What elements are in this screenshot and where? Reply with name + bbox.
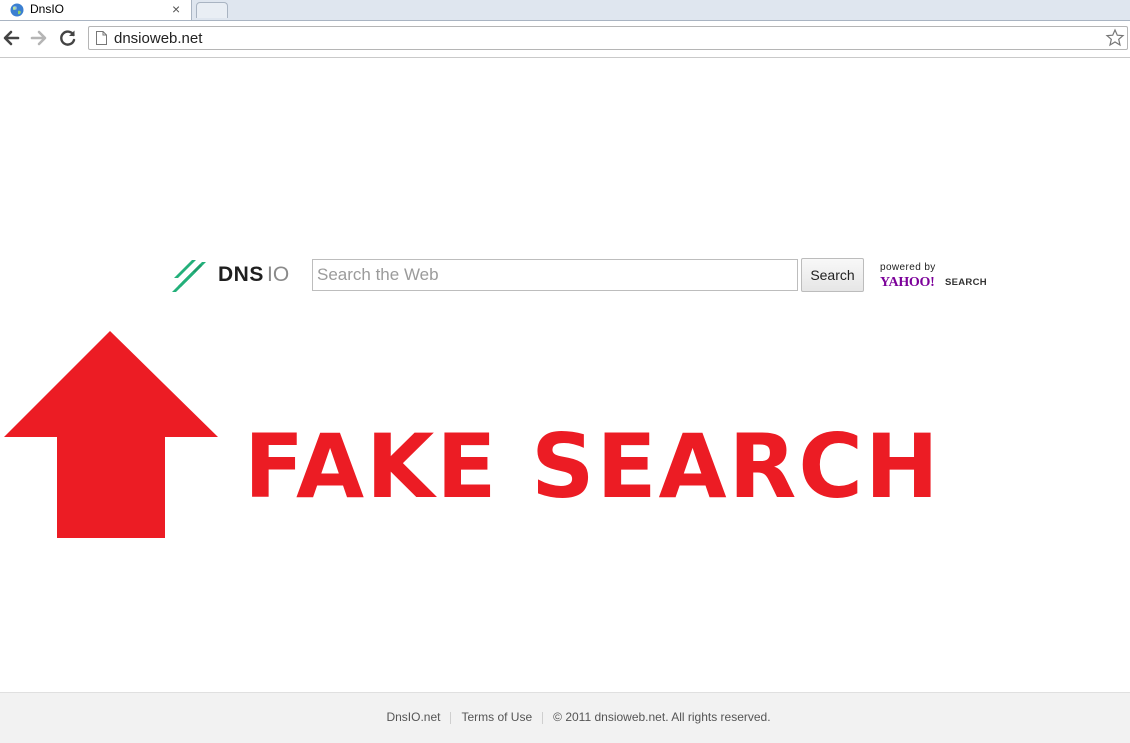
tab-close-icon[interactable]: × (172, 1, 180, 17)
address-bar[interactable]: dnsioweb.net (88, 26, 1128, 50)
bookmark-star-icon[interactable] (1105, 28, 1125, 48)
reload-icon[interactable] (57, 27, 79, 49)
logo-text-dns: DNS (218, 263, 264, 286)
dnsio-logo[interactable]: DNS IO (172, 256, 292, 296)
search-button[interactable]: Search (801, 258, 864, 292)
tab-dnsio[interactable]: DnsIO × (0, 0, 192, 20)
footer-link-terms[interactable]: Terms of Use (461, 710, 532, 724)
footer-copyright: © 2011 dnsioweb.net. All rights reserved… (553, 710, 771, 724)
yahoo-search-label: SEARCH (945, 277, 987, 288)
search-input[interactable] (312, 259, 798, 291)
browser-toolbar: dnsioweb.net (0, 21, 1130, 58)
fake-search-annotation: FAKE SEARCH (244, 415, 941, 518)
logo-mark-icon (172, 260, 206, 292)
footer-divider (450, 711, 452, 724)
tab-title: DnsIO (30, 2, 65, 16)
address-url: dnsioweb.net (114, 30, 203, 47)
new-tab-button[interactable] (196, 2, 228, 18)
yahoo-logo: YAHOO! (880, 275, 935, 290)
forward-arrow-icon[interactable] (28, 27, 50, 49)
footer-link-dnsio[interactable]: DnsIO.net (386, 710, 440, 724)
globe-icon (10, 3, 24, 17)
red-up-arrow-icon (4, 331, 218, 538)
back-arrow-icon[interactable] (0, 27, 22, 49)
logo-text-io: IO (267, 263, 290, 286)
page-icon (96, 31, 107, 45)
footer-links: DnsIO.net Terms of Use © 2011 dnsioweb.net… (0, 710, 1130, 724)
footer-divider (542, 711, 544, 724)
powered-by-label: powered by (880, 262, 936, 273)
tab-strip: DnsIO × (0, 0, 1130, 21)
footer: DnsIO.net Terms of Use © 2011 dnsioweb.net… (0, 692, 1130, 743)
